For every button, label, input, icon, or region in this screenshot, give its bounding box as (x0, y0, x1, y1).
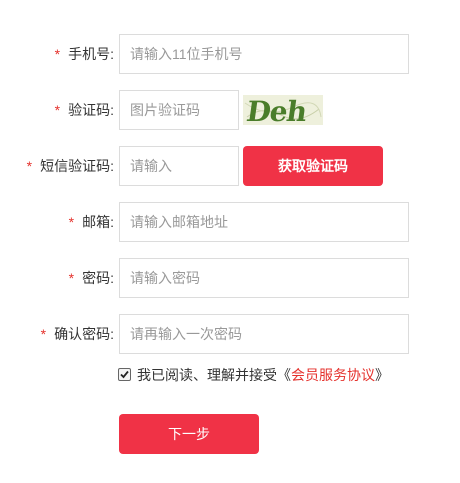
email-input[interactable] (119, 202, 409, 242)
required-mark: * (26, 158, 33, 174)
sms-row: *短信验证码: 获取验证码 (0, 146, 460, 186)
agreement-suffix: 》 (375, 367, 389, 383)
phone-input[interactable] (119, 34, 409, 74)
phone-label: * 手机号: (54, 46, 114, 62)
confirm-password-input[interactable] (119, 314, 409, 354)
confirm-password-row: * 确认密码: (0, 314, 460, 354)
email-row: * 邮箱: (0, 202, 460, 242)
agreement-checkbox[interactable] (118, 368, 131, 381)
sms-code-input[interactable] (119, 146, 239, 186)
email-label: * 邮箱: (68, 214, 114, 230)
agreement: 我已阅读、理解并接受《会员服务协议》 (118, 365, 389, 385)
agreement-prefix: 我已阅读、理解并接受《 (137, 367, 291, 383)
captcha-label: * 验证码: (54, 102, 114, 118)
required-mark: * (54, 46, 61, 62)
checkmark-icon (120, 370, 129, 379)
password-row: * 密码: (0, 258, 460, 298)
get-code-button[interactable]: 获取验证码 (243, 146, 383, 186)
password-label: * 密码: (68, 270, 114, 286)
required-mark: * (68, 214, 75, 230)
required-mark: * (68, 270, 75, 286)
sms-label: * 短信验证码: (26, 158, 114, 174)
captcha-text: Deh (244, 95, 309, 125)
next-button[interactable]: 下一步 (119, 414, 259, 454)
confirm-password-label: * 确认密码: (40, 326, 114, 342)
phone-row: * 手机号: (0, 34, 460, 74)
service-agreement-link[interactable]: 会员服务协议 (291, 367, 375, 383)
captcha-input[interactable] (119, 90, 239, 130)
password-input[interactable] (119, 258, 409, 298)
required-mark: * (54, 102, 61, 118)
captcha-image[interactable]: Deh (243, 95, 323, 125)
required-mark: * (40, 326, 47, 342)
captcha-row: *验证码: Deh (0, 90, 460, 130)
